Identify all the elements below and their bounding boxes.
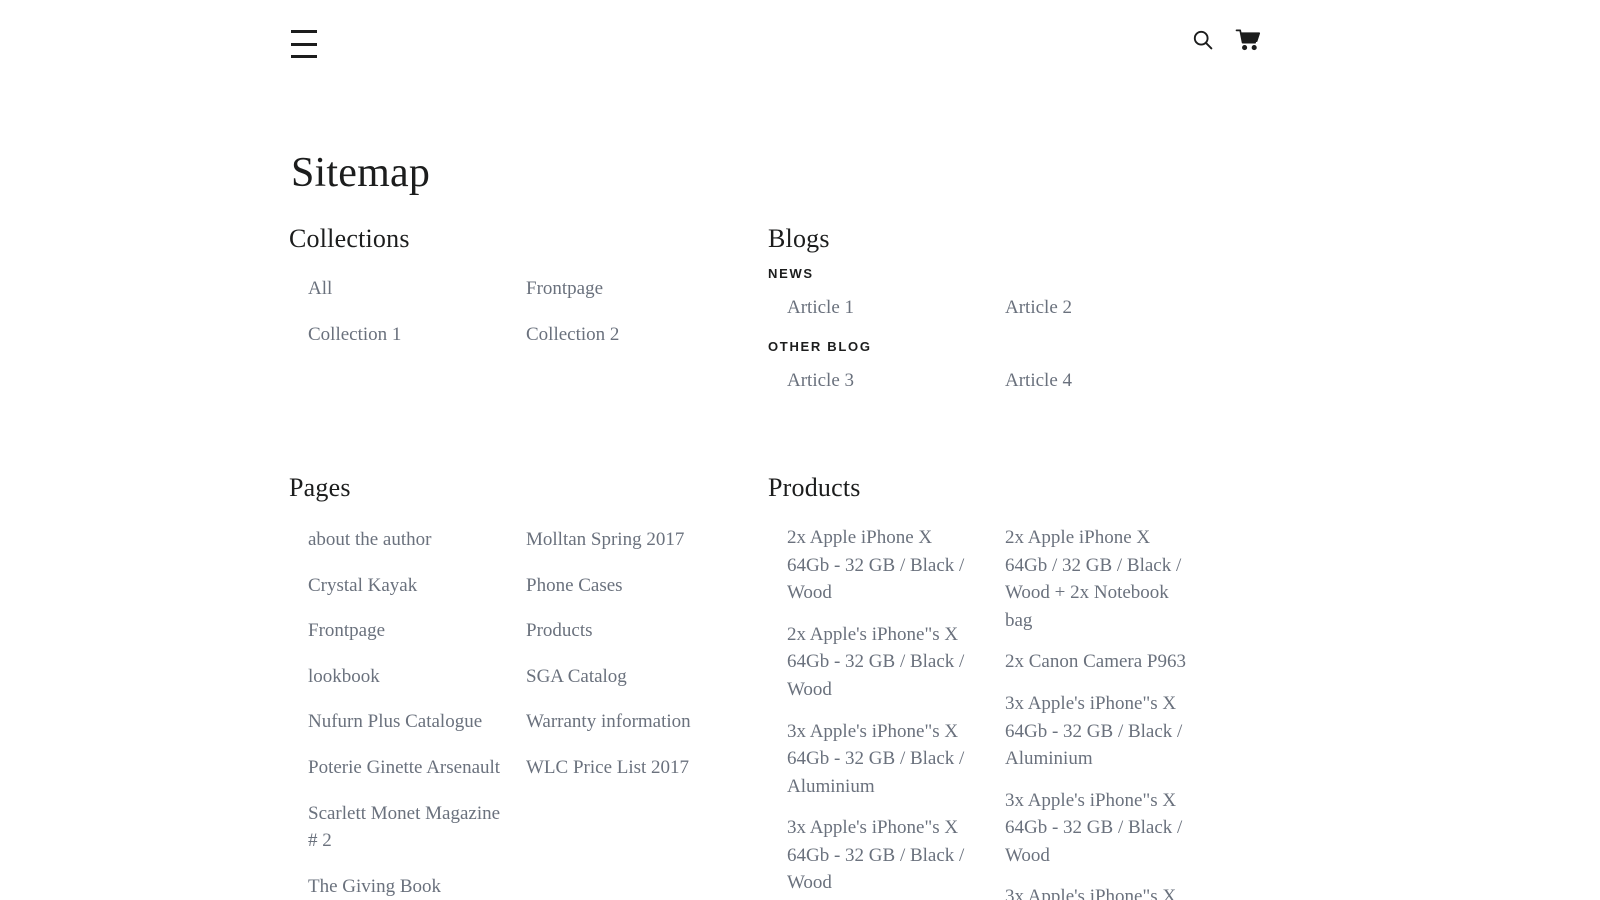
- sitemap-link[interactable]: Article 2: [1005, 285, 1311, 331]
- pages-section: Pages about the author Crystal Kayak Front…: [289, 473, 768, 900]
- sitemap-link[interactable]: Crystal Kayak: [308, 563, 526, 609]
- sitemap-link[interactable]: lookbook: [308, 654, 526, 700]
- header-actions: [1191, 28, 1261, 52]
- blog-group-links: Article 3 Article 4: [768, 358, 1311, 404]
- sitemap-link[interactable]: about the author: [308, 517, 526, 563]
- sitemap-link[interactable]: Frontpage: [308, 608, 526, 654]
- sitemap-link[interactable]: 3x Apple's iPhone"s X 64Gb - 32 GB / Whi…: [1005, 876, 1211, 900]
- search-icon: [1191, 28, 1215, 52]
- blog-column-1: Article 1: [787, 285, 1005, 331]
- products-heading: Products: [768, 473, 861, 503]
- sitemap-link[interactable]: Nufurn Plus Catalogue: [308, 699, 526, 745]
- blog-group-title: OTHER BLOG: [768, 338, 872, 354]
- sitemap-link[interactable]: The Giving Book: [308, 864, 526, 900]
- blog-column-2: Article 4: [1005, 358, 1311, 404]
- blog-groups: NEWS Article 1 Article 2 OTHER BLOG Article …: [768, 266, 1311, 403]
- products-column-1: 2x Apple iPhone X 64Gb - 32 GB / Black /…: [787, 517, 1005, 900]
- page-title: Sitemap: [291, 150, 431, 196]
- sitemap-row-top: Collections All Collection 1 Frontpage Col…: [289, 224, 1311, 403]
- sitemap-link[interactable]: 3x Apple's iPhone"s X 64Gb - 32 GB / Bla…: [1005, 780, 1211, 877]
- blogs-section: Blogs NEWS Article 1 Article 2 OTHER BLOG Ar…: [768, 224, 1311, 403]
- sitemap-link[interactable]: Poterie Ginette Arsenault: [308, 745, 526, 791]
- sitemap-link[interactable]: Collection 2: [526, 312, 768, 358]
- blog-column-1: Article 3: [787, 358, 1005, 404]
- sitemap-link[interactable]: Collection 1: [308, 312, 526, 358]
- hamburger-line-2: [291, 42, 317, 46]
- blogs-heading: Blogs: [768, 224, 830, 254]
- sitemap-link[interactable]: Article 4: [1005, 358, 1311, 404]
- sitemap-link[interactable]: Article 3: [787, 358, 1005, 404]
- sitemap-link[interactable]: Scarlett Monet Magazine # 2: [308, 791, 526, 864]
- collections-column-2: Frontpage Collection 2: [526, 266, 768, 357]
- blog-group-links: Article 1 Article 2: [768, 285, 1311, 331]
- sitemap-link[interactable]: Phone Cases: [526, 563, 768, 609]
- sitemap-link[interactable]: Article 1: [787, 285, 1005, 331]
- sitemap-link[interactable]: WLC Price List 2017: [526, 745, 768, 791]
- collections-links: All Collection 1 Frontpage Collection 2: [289, 266, 768, 357]
- sitemap-link[interactable]: 3x Apple's iPhone"s X 64Gb - 32 GB / Bla…: [787, 807, 993, 900]
- hamburger-menu-button[interactable]: [291, 30, 321, 58]
- sitemap-link[interactable]: 2x Apple iPhone X 64Gb - 32 GB / Black /…: [787, 517, 993, 614]
- products-section: Products 2x Apple iPhone X 64Gb - 32 GB …: [768, 473, 1311, 900]
- sitemap-link[interactable]: 2x Canon Camera P963: [1005, 641, 1211, 683]
- site-header: [0, 0, 1600, 88]
- sitemap-link[interactable]: 3x Apple's iPhone"s X 64Gb - 32 GB / Bla…: [787, 711, 993, 808]
- pages-column-1: about the author Crystal Kayak Frontpage lo…: [308, 517, 526, 900]
- pages-column-2: Molltan Spring 2017 Phone Cases Products SG…: [526, 517, 768, 900]
- search-button[interactable]: [1191, 28, 1215, 52]
- blog-group-title: NEWS: [768, 266, 814, 282]
- sitemap-page: Sitemap Collections All Collection 1 Fron…: [0, 150, 1600, 900]
- sitemap-link[interactable]: All: [308, 266, 526, 312]
- hamburger-line-1: [291, 30, 317, 33]
- shopping-cart-icon: [1235, 28, 1261, 52]
- sitemap-link[interactable]: Products: [526, 608, 768, 654]
- sitemap-link[interactable]: SGA Catalog: [526, 654, 768, 700]
- hamburger-line-3: [291, 55, 317, 58]
- collections-section: Collections All Collection 1 Frontpage Col…: [289, 224, 768, 403]
- blog-column-2: Article 2: [1005, 285, 1311, 331]
- products-column-2: 2x Apple iPhone X 64Gb / 32 GB / Black /…: [1005, 517, 1311, 900]
- sitemap-link[interactable]: 2x Apple iPhone X 64Gb / 32 GB / Black /…: [1005, 517, 1211, 641]
- sitemap-row-bottom: Pages about the author Crystal Kayak Front…: [289, 473, 1311, 900]
- pages-heading: Pages: [289, 473, 351, 503]
- sitemap-link[interactable]: Warranty information: [526, 699, 768, 745]
- products-links: 2x Apple iPhone X 64Gb - 32 GB / Black /…: [768, 517, 1311, 900]
- sitemap-link[interactable]: Molltan Spring 2017: [526, 517, 768, 563]
- pages-links: about the author Crystal Kayak Frontpage lo…: [289, 517, 768, 900]
- sitemap-link[interactable]: 3x Apple's iPhone"s X 64Gb - 32 GB / Bla…: [1005, 683, 1211, 780]
- collections-heading: Collections: [289, 224, 410, 254]
- collections-column-1: All Collection 1: [308, 266, 526, 357]
- cart-button[interactable]: [1235, 28, 1261, 52]
- sitemap-link[interactable]: Frontpage: [526, 266, 768, 312]
- sitemap-link[interactable]: 2x Apple's iPhone"s X 64Gb - 32 GB / Bla…: [787, 614, 993, 711]
